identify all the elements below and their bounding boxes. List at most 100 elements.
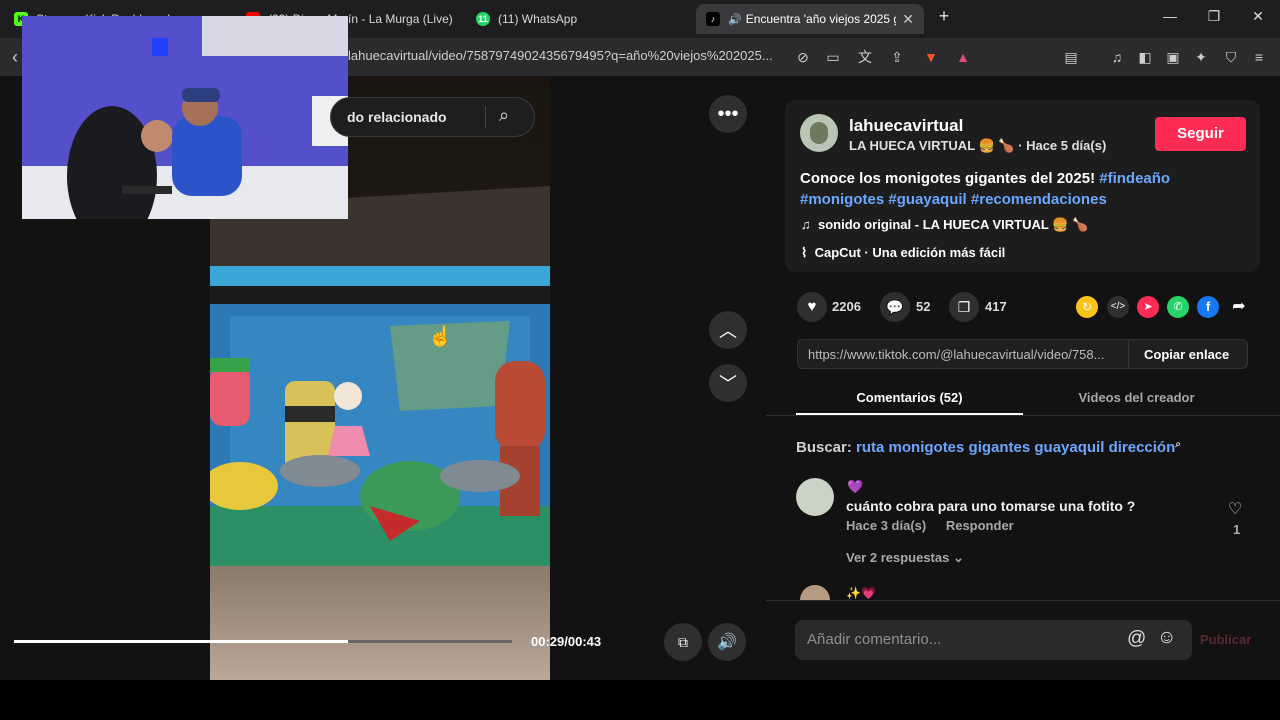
hashtag-link[interactable]: #findeaño [1099,170,1170,187]
publish-button[interactable]: Publicar [1200,632,1251,647]
related-search-label: Buscar: [796,439,852,456]
like-count: 2206 [832,299,861,314]
menu-icon[interactable]: ≡ [1250,48,1268,66]
comment-input[interactable]: Añadir comentario... @ ☺ [795,620,1192,660]
tiktok-icon: ♪ [706,12,720,26]
tab-creator-videos[interactable]: Videos del creador [1023,390,1250,405]
search-small-icon: ⌕ [1175,439,1181,450]
vpn-icon[interactable]: ⛉ [1222,48,1240,66]
music-row[interactable]: ♫ sonido original - LA HUECA VIRTUAL 🍔 🍗 [801,217,1088,233]
comment-meta: Hace 3 día(s) Responder [846,518,1014,533]
facebook-icon[interactable]: f [1197,296,1219,318]
reply-button[interactable]: Responder [946,518,1014,533]
search-bar[interactable]: do relacionado ⌕ [330,97,535,137]
whatsapp-icon: 11 [476,12,490,26]
progress-track[interactable] [14,640,512,643]
capcut-row[interactable]: ⌇ CapCut · Una edición más fácil [801,245,1005,261]
comment-placeholder: Añadir comentario... [807,631,942,648]
avatar-figure [810,122,828,144]
comment-age: Hace 3 día(s) [846,518,927,533]
comment-like-count: 1 [1233,522,1241,537]
video-time: 00:29/00:43 [531,634,602,649]
tab-label: (11) WhatsApp [498,12,578,26]
related-search-query[interactable]: ruta monigotes gigantes guayaquil direcc… [856,439,1175,456]
caption-text: Conoce los monigotes gigantes del 2025! [800,170,1100,187]
author-avatar[interactable] [800,114,838,152]
minimize-button[interactable]: — [1160,8,1180,24]
comment-input-divider [766,600,1280,601]
music-title: sonido original - LA HUECA VIRTUAL 🍔 🍗 [817,217,1089,232]
link-box: https://www.tiktok.com/@lahuecavirtual/v… [797,339,1248,369]
cursor-icon: ☝ [428,326,453,348]
translate-icon[interactable]: 文 [856,48,874,66]
video-caption: Conoce los monigotes gigantes del 2025! … [800,168,1240,210]
bookmark-icon[interactable]: ❐ [949,292,979,322]
bottom-bar [0,680,1280,720]
chevron-down-icon: ⌄ [952,550,964,565]
tab-whatsapp[interactable]: 11 (11) WhatsApp [466,4,666,34]
sidebar-icon[interactable]: ◧ [1136,48,1154,66]
maximize-button[interactable]: ❐ [1204,8,1224,25]
close-window-button[interactable]: ✕ [1248,8,1268,25]
related-search[interactable]: Buscar: ruta monigotes gigantes guayaqui… [796,439,1181,456]
tabs-divider [766,415,1280,416]
link-divider [1128,340,1129,368]
search-text: do relacionado [347,109,447,125]
progress-fill [14,640,348,643]
media-icon[interactable]: ♫ [1108,48,1126,66]
new-tab-button[interactable]: + [934,6,954,27]
share-arrow-icon[interactable]: ➦ [1228,296,1250,318]
like-icon[interactable]: ♥ [797,292,827,322]
share-link[interactable]: https://www.tiktok.com/@lahuecavirtual/v… [808,347,1104,362]
repost-icon[interactable]: ↻ [1076,296,1098,318]
comment-like-icon[interactable]: ♡ [1228,499,1242,519]
speaker-icon: 🔊 [728,13,742,26]
hashtag-link[interactable]: #monigotes [800,191,884,208]
avatar[interactable] [796,478,834,516]
hashtag-link[interactable]: #guayaquil [888,191,966,208]
next-video-button[interactable]: ﹀ [709,364,747,402]
cast-icon[interactable]: ▭ [824,48,842,66]
comment-emoji: 💜 [847,479,864,494]
follow-button[interactable]: Seguir [1155,117,1246,151]
capcut-icon: ⌇ [801,245,808,260]
comment-text: cuánto cobra para uno tomarse una fotito… [846,498,1136,514]
no-eye-icon[interactable]: ⊘ [794,48,812,66]
hashtag-link[interactable]: #recomendaciones [971,191,1107,208]
webcam-feed [22,16,348,219]
save-count: 417 [985,299,1007,314]
more-options-button[interactable]: ••• [709,95,747,133]
close-tab-icon[interactable]: ✕ [902,11,914,28]
webcam-overlay [22,16,348,219]
emoji-icon[interactable]: ☺ [1157,627,1176,649]
view-replies-label: Ver 2 respuestas [846,550,950,565]
view-replies-button[interactable]: Ver 2 respuestas ⌄ [846,550,964,566]
url-field[interactable]: lahuecavirtual/video/7587974902435679495… [348,48,773,63]
tab-tiktok[interactable]: ♪ 🔊 Encuentra 'año viejos 2025 gu ✕ [696,4,924,34]
volume-button[interactable]: 🔊 [708,623,746,661]
author-meta: LA HUECA VIRTUAL 🍔 🍗 · Hace 5 día(s) [849,138,1106,154]
embed-icon[interactable]: </> [1107,296,1129,318]
reader-icon[interactable]: ▤ [1062,48,1080,66]
mention-icon[interactable]: @ [1127,628,1146,650]
whatsapp-share-icon[interactable]: ✆ [1167,296,1189,318]
brave-shield-icon[interactable]: ▼ [922,48,940,66]
share-icon[interactable]: ⇪ [888,48,906,66]
leo-icon[interactable]: ✦ [1192,48,1210,66]
music-note-icon: ♫ [801,217,811,232]
send-icon[interactable]: ➤ [1137,296,1159,318]
pip-button[interactable]: ⧉ [664,623,702,661]
wallet-icon[interactable]: ▣ [1164,48,1182,66]
rewards-icon[interactable]: ▲ [954,48,972,66]
copy-link-button[interactable]: Copiar enlace [1144,347,1229,362]
tab-comments[interactable]: Comentarios (52) [796,390,1023,405]
capcut-label: CapCut · Una edición más fácil [814,245,1006,260]
comment-emoji: ✨💗 [846,586,876,600]
comment-icon[interactable]: 💬 [880,292,910,322]
tab-label: Encuentra 'año viejos 2025 gu [745,12,897,26]
previous-video-button[interactable]: ︿ [709,311,747,349]
search-icon[interactable]: ⌕ [499,105,509,126]
author-display-name: LA HUECA VIRTUAL 🍔 🍗 [849,138,1015,153]
author-username[interactable]: lahuecavirtual [849,116,963,136]
post-age: · Hace 5 día(s) [1018,138,1107,153]
